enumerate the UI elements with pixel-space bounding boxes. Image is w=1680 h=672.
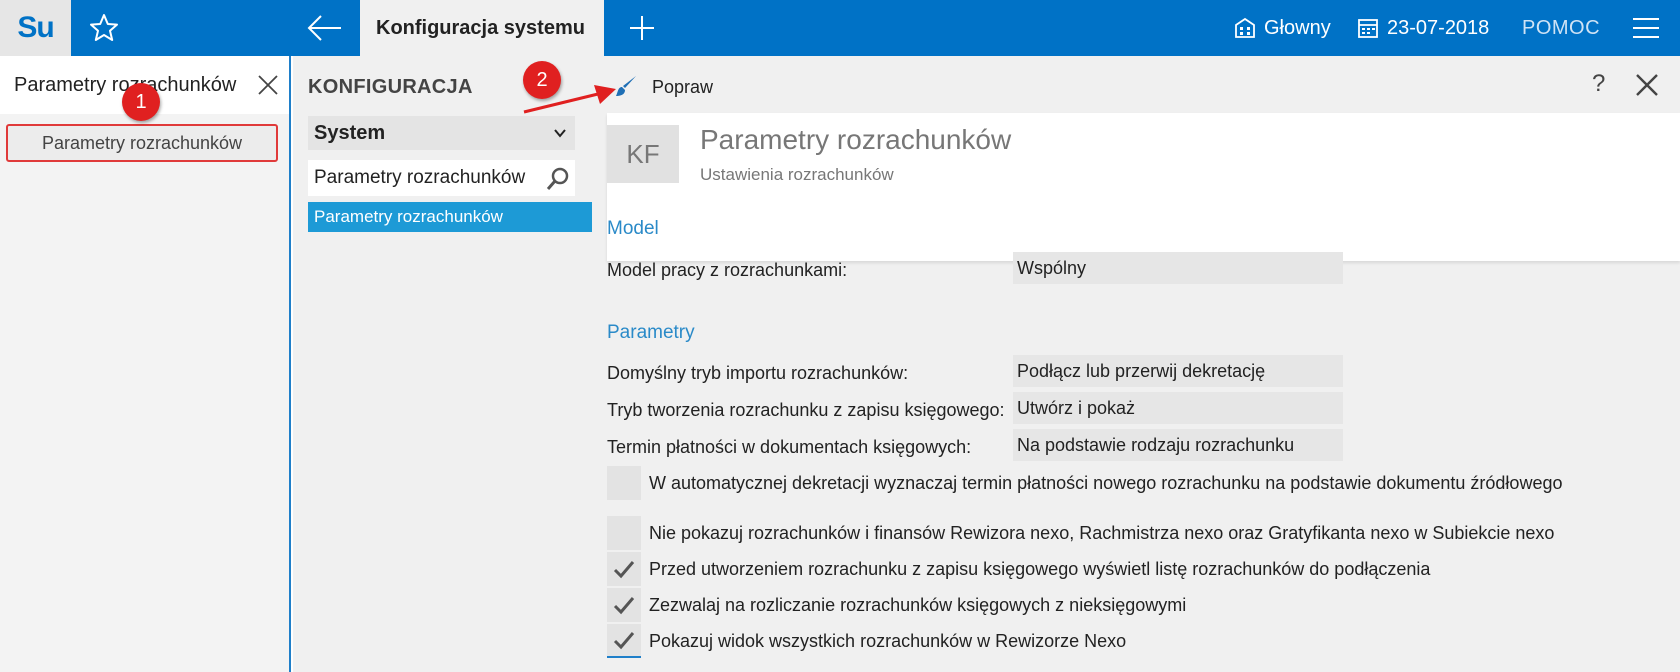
help-button[interactable]: ? bbox=[1592, 70, 1605, 98]
checkbox[interactable] bbox=[607, 588, 641, 622]
checkbox-label: Nie pokazuj rozrachunków i finansów Rewi… bbox=[649, 522, 1555, 543]
page-title: Parametry rozrachunków bbox=[700, 124, 1012, 155]
plus-icon[interactable] bbox=[626, 12, 658, 44]
checkbox[interactable] bbox=[607, 466, 641, 500]
star-icon[interactable] bbox=[88, 12, 120, 44]
content-area: Popraw ? KF Parametry rozrachunków Ustaw… bbox=[592, 56, 1680, 672]
left-panel: Parametry rozrachunków Parametry rozrach… bbox=[0, 56, 291, 672]
checkbox-label: Przed utworzeniem rozrachunku z zapisu k… bbox=[649, 558, 1431, 579]
close-icon[interactable] bbox=[256, 73, 280, 97]
branch-selector[interactable]: Głowny bbox=[1234, 0, 1331, 56]
chevron-down-icon bbox=[554, 129, 566, 138]
checkbox[interactable] bbox=[607, 552, 641, 586]
section-model: Model bbox=[607, 218, 659, 239]
checkbox-row[interactable]: W automatycznej dekretacji wyznaczaj ter… bbox=[607, 466, 1562, 500]
checkmark-icon bbox=[613, 597, 635, 615]
checkbox-row[interactable]: Nie pokazuj rozrachunków i finansów Rewi… bbox=[607, 516, 1554, 550]
field-label: Tryb tworzenia rozrachunku z zapisu księ… bbox=[607, 400, 1005, 420]
date-label: 23-07-2018 bbox=[1387, 16, 1490, 39]
branch-label: Głowny bbox=[1264, 16, 1331, 39]
field-label: Termin płatności w dokumentach księgowyc… bbox=[607, 437, 972, 457]
left-panel-item[interactable]: Parametry rozrachunków bbox=[6, 124, 278, 162]
annotation-marker-1: 1 bbox=[122, 83, 160, 121]
config-panel: KONFIGURACJA System Parametry rozrachunk… bbox=[293, 56, 592, 672]
help-link[interactable]: POMOC bbox=[1522, 0, 1600, 56]
building-icon bbox=[1235, 17, 1255, 38]
section-params: Parametry bbox=[607, 322, 695, 343]
config-select-value: System bbox=[314, 121, 386, 144]
hamburger-menu-icon[interactable] bbox=[1631, 16, 1661, 40]
field-label: Domyślny tryb importu rozrachunków: bbox=[607, 363, 909, 383]
field-value[interactable]: Wspólny bbox=[1013, 252, 1343, 284]
date-selector[interactable]: 23-07-2018 bbox=[1357, 0, 1489, 56]
top-bar: Su Konfiguracja systemu Głowny 23-07-201… bbox=[0, 0, 1680, 56]
checkmark-icon bbox=[613, 561, 635, 579]
field-label: Model pracy z rozrachunkami: bbox=[607, 260, 848, 280]
checkbox-label: W automatycznej dekretacji wyznaczaj ter… bbox=[649, 472, 1563, 493]
field-value[interactable]: Podłącz lub przerwij dekretację bbox=[1013, 355, 1343, 387]
checkbox-label: Pokazuj widok wszystkich rozrachunków w … bbox=[649, 630, 1127, 651]
close-icon[interactable] bbox=[1634, 72, 1660, 98]
checkmark-icon bbox=[613, 632, 635, 650]
checkbox-row[interactable]: Pokazuj widok wszystkich rozrachunków w … bbox=[607, 624, 1126, 658]
header-card: KF Parametry rozrachunków Ustawienia roz… bbox=[607, 113, 1680, 261]
checkbox-label: Zezwalaj na rozliczanie rozrachunków ksi… bbox=[649, 594, 1187, 615]
module-badge: KF bbox=[607, 125, 679, 183]
edit-button[interactable]: Popraw bbox=[614, 72, 713, 102]
config-search-value: Parametry rozrachunków bbox=[314, 167, 526, 188]
config-result-item[interactable]: Parametry rozrachunków bbox=[308, 202, 592, 232]
checkbox-row[interactable]: Przed utworzeniem rozrachunku z zapisu k… bbox=[607, 552, 1430, 586]
config-search-input[interactable]: Parametry rozrachunków bbox=[308, 160, 575, 196]
app-logo[interactable]: Su bbox=[0, 0, 71, 56]
back-arrow-icon[interactable] bbox=[305, 12, 345, 44]
calendar-icon bbox=[1358, 19, 1378, 38]
page-subtitle: Ustawienia rozrachunków bbox=[700, 165, 894, 184]
config-heading: KONFIGURACJA bbox=[308, 76, 473, 98]
config-select[interactable]: System bbox=[308, 116, 575, 150]
checkbox[interactable] bbox=[607, 516, 641, 550]
search-icon[interactable] bbox=[545, 166, 571, 192]
field-value[interactable]: Na podstawie rodzaju rozrachunku bbox=[1013, 429, 1343, 461]
edit-button-label: Popraw bbox=[652, 76, 714, 97]
tab-konfiguracja-systemu[interactable]: Konfiguracja systemu bbox=[360, 0, 604, 56]
field-value[interactable]: Utwórz i pokaż bbox=[1013, 392, 1343, 424]
checkbox[interactable] bbox=[607, 624, 641, 658]
checkbox-row[interactable]: Zezwalaj na rozliczanie rozrachunków ksi… bbox=[607, 588, 1186, 622]
annotation-marker-2: 2 bbox=[523, 61, 561, 99]
